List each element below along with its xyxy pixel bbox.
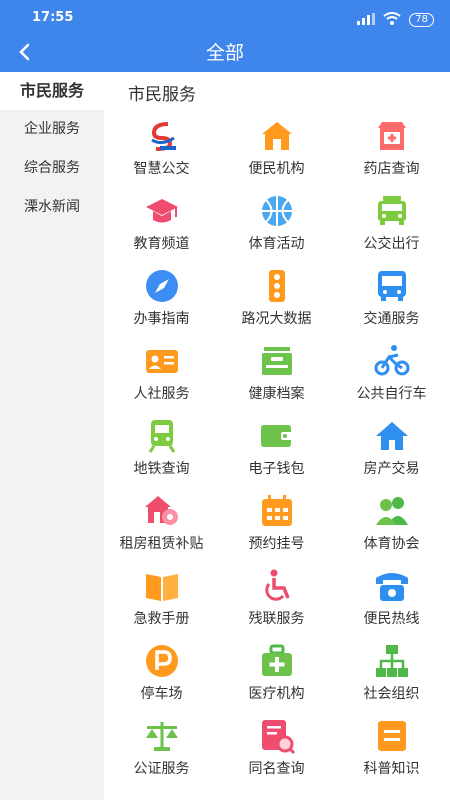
service-item[interactable]: 公证服务 [104,718,219,793]
main-panel: 市民服务 智慧公交 便民机构 药店查询教育频道 体育活动 公交出行办事指南 路况大数据 交通… [104,72,450,800]
book-icon [144,568,180,604]
archive-box-icon [259,343,295,379]
service-label: 地铁查询 [133,461,190,477]
parking-icon [144,643,180,679]
service-item[interactable]: 公共自行车 [334,343,449,418]
note-list-icon [374,718,410,754]
service-item[interactable]: 社会组织 [334,643,449,718]
service-label: 便民热线 [363,611,420,627]
wheelchair-icon [259,568,295,604]
service-label: 科普知识 [363,761,420,777]
people-group-icon [374,493,410,529]
service-label: 便民机构 [248,161,305,177]
service-label: 交通服务 [363,311,420,327]
service-item[interactable]: 交通服务 [334,268,449,343]
pharmacy-icon [374,118,410,154]
service-item[interactable]: 地铁查询 [104,418,219,493]
top-bar: 17:55 78 全部 [0,0,450,72]
service-item[interactable]: 科普知识 [334,718,449,793]
sidebar-item-general-services[interactable]: 综合服务 [0,149,104,188]
service-label: 医疗机构 [248,686,305,702]
sidebar-item-lishui-news[interactable]: 溧水新闻 [0,188,104,227]
service-item[interactable]: 办事指南 [104,268,219,343]
service-label: 智慧公交 [133,161,190,177]
service-item[interactable]: 公交出行 [334,193,449,268]
service-item[interactable]: 预约挂号 [219,493,334,568]
service-item[interactable]: 教育频道 [104,193,219,268]
service-item[interactable]: 便民机构 [219,118,334,193]
service-item[interactable]: 电子钱包 [219,418,334,493]
id-card-icon [144,343,180,379]
service-label: 公证服务 [133,761,190,777]
page-title: 全部 [205,42,244,64]
service-item[interactable]: 医疗机构 [219,643,334,718]
service-item[interactable]: 同名查询 [219,718,334,793]
signal-icon [357,10,376,29]
service-item[interactable]: 急救手册 [104,568,219,643]
service-item[interactable]: 便民热线 [334,568,449,643]
service-label: 电子钱包 [248,461,305,477]
service-label: 急救手册 [133,611,190,627]
service-label: 公交出行 [363,236,420,252]
home-icon [259,118,295,154]
compass-icon [144,268,180,304]
service-item[interactable]: 体育活动 [219,193,334,268]
scale-balance-icon [144,718,180,754]
metro-train-icon [144,418,180,454]
service-label: 体育活动 [248,236,305,252]
service-item[interactable]: 租房租赁补贴 [104,493,219,568]
graduation-cap-icon [144,193,180,229]
service-label: 预约挂号 [248,536,305,552]
service-label: 房产交易 [363,461,420,477]
service-label: 同名查询 [248,761,305,777]
service-label: 租房租赁补贴 [119,536,204,552]
sidebar-item-citizen-services[interactable]: 市民服务 [0,72,104,110]
service-label: 健康档案 [248,386,305,402]
rent-house-key-icon [144,493,180,529]
basketball-icon [259,193,295,229]
calendar-icon [259,493,295,529]
service-item[interactable]: 房产交易 [334,418,449,493]
service-item[interactable]: 停车场 [104,643,219,718]
service-label: 办事指南 [133,311,190,327]
wifi-icon [383,10,401,29]
service-label: 药店查询 [363,161,420,177]
service-item[interactable]: 残联服务 [219,568,334,643]
wallet-icon [259,418,295,454]
service-label: 人社服务 [133,386,190,402]
service-label: 路况大数据 [241,311,312,327]
search-document-icon [259,718,295,754]
smart-bus-logo-icon [144,118,180,154]
service-label: 残联服务 [248,611,305,627]
bus-icon [374,268,410,304]
medical-kit-icon [259,643,295,679]
service-item[interactable]: 体育协会 [334,493,449,568]
bicycle-icon [374,343,410,379]
service-label: 公共自行车 [356,386,427,402]
service-label: 体育协会 [363,536,420,552]
service-item[interactable]: 健康档案 [219,343,334,418]
traffic-light-icon [259,268,295,304]
bus-front-icon [374,193,410,229]
sidebar: 市民服务 企业服务 综合服务 溧水新闻 [0,72,104,800]
service-label: 社会组织 [363,686,420,702]
service-item[interactable]: 人社服务 [104,343,219,418]
battery-indicator: 78 [409,12,434,27]
status-time: 17:55 [32,10,74,25]
status-icons: 78 [357,10,434,29]
section-title: 市民服务 [128,85,196,105]
org-chart-icon [374,643,410,679]
sidebar-item-enterprise-services[interactable]: 企业服务 [0,110,104,149]
service-label: 停车场 [140,686,183,702]
house-icon [374,418,410,454]
service-item[interactable]: 路况大数据 [219,268,334,343]
service-item[interactable]: 药店查询 [334,118,449,193]
service-item[interactable]: 智慧公交 [104,118,219,193]
service-label: 教育频道 [133,236,190,252]
phone-icon [374,568,410,604]
